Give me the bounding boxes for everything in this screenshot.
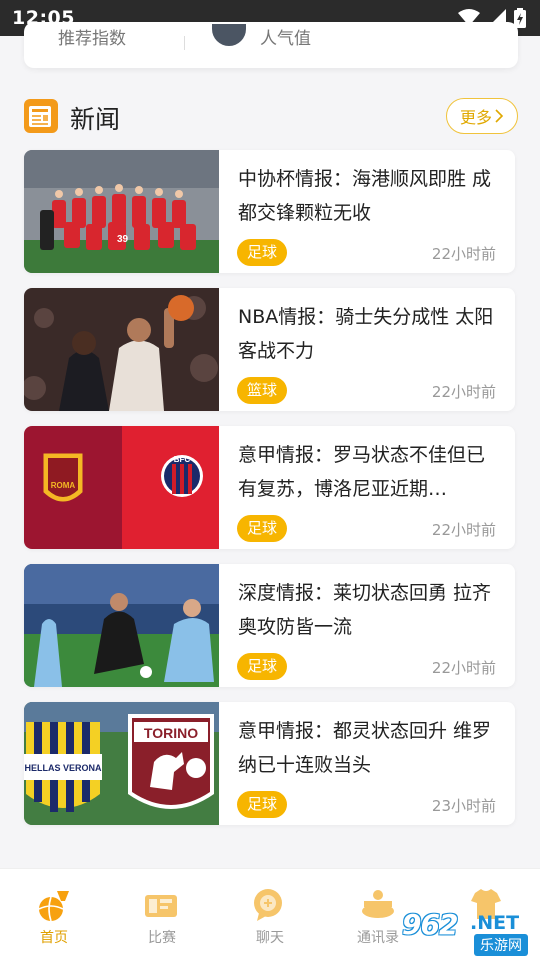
site-watermark: 962 .NET 乐游网	[398, 908, 538, 956]
watermark-number: 962	[402, 908, 458, 941]
publish-time: 22小时前	[431, 521, 496, 539]
tab-home[interactable]: 首页	[0, 869, 108, 960]
news-title: 中协杯情报：海港顺风即胜 成都交锋颗粒无收	[238, 168, 492, 224]
news-item[interactable]: NBA情报：骑士失分成性 太阳客战不力 篮球 22小时前	[24, 288, 515, 411]
news-title: 意甲情报：罗马状态不佳但已有复苏，博洛尼亚近期…	[238, 444, 486, 500]
section-title: 新闻	[70, 105, 121, 134]
svg-text:39: 39	[117, 234, 129, 245]
news-item[interactable]: ROMA BFC 意甲情报：罗马状态不佳但已有复苏，博洛尼亚近期… 足球 22小…	[24, 426, 515, 549]
basketball-hoop-icon	[38, 891, 69, 922]
previous-card-left-text: 推荐指数	[58, 29, 126, 49]
news-title: 意甲情报：都灵状态回升 维罗纳已十连败当头	[238, 720, 492, 776]
watermark-text: 乐游网	[474, 934, 528, 956]
news-title: NBA情报：骑士失分成性 太阳客战不力	[238, 306, 494, 362]
news-item[interactable]: HELLAS VERONA TORINO 意甲情报：都灵状态回升 维罗纳已十连败…	[24, 702, 515, 825]
news-thumbnail: 39	[24, 150, 219, 273]
category-tag: 篮球	[237, 377, 288, 404]
news-item[interactable]: 深度情报：莱切状态回勇 拉齐奥攻防皆一流 足球 22小时前	[24, 564, 515, 687]
chat-bubble-icon	[254, 889, 282, 921]
divider	[184, 36, 185, 50]
publish-time: 22小时前	[431, 659, 496, 677]
svg-text:TORINO: TORINO	[144, 725, 198, 741]
publish-time: 23小时前	[431, 797, 496, 815]
tab-label: 聊天	[256, 930, 284, 946]
news-thumbnail: ROMA BFC	[24, 426, 219, 549]
news-section-header: 新闻 更多	[24, 98, 518, 138]
tab-chat[interactable]: 聊天	[216, 869, 324, 960]
news-thumbnail	[24, 288, 219, 411]
news-thumbnail: HELLAS VERONA TORINO	[24, 702, 219, 825]
newspaper-icon	[24, 99, 58, 133]
category-tag: 足球	[237, 653, 288, 680]
category-tag: 足球	[237, 239, 288, 266]
category-tag: 足球	[237, 791, 288, 818]
tab-label: 比赛	[148, 930, 176, 946]
chevron-right-icon	[495, 109, 504, 123]
category-tag: 足球	[237, 515, 288, 542]
publish-time: 22小时前	[431, 245, 496, 263]
previous-card-right-text: 人气值	[260, 29, 311, 49]
watermark-suffix: .NET	[470, 912, 520, 934]
previous-card[interactable]: 推荐指数 人气值	[24, 22, 518, 68]
news-title: 深度情报：莱切状态回勇 拉齐奥攻防皆一流	[238, 582, 492, 638]
contacts-stage-icon	[362, 890, 394, 918]
tab-label: 首页	[40, 930, 68, 946]
more-button[interactable]: 更多	[446, 98, 518, 134]
match-ticket-icon	[145, 895, 177, 917]
news-list: 39 中协杯情报：海港顺风即胜 成都交锋颗粒无收 足球 22小时前 NBA情报：…	[24, 150, 515, 840]
publish-time: 22小时前	[431, 383, 496, 401]
avatar	[212, 24, 246, 46]
svg-text:BFC: BFC	[174, 455, 191, 464]
svg-text:ROMA: ROMA	[51, 481, 76, 490]
more-button-label: 更多	[459, 108, 492, 127]
news-thumbnail	[24, 564, 219, 687]
news-item[interactable]: 39 中协杯情报：海港顺风即胜 成都交锋颗粒无收 足球 22小时前	[24, 150, 515, 273]
tab-matches[interactable]: 比赛	[108, 869, 216, 960]
svg-text:HELLAS VERONA: HELLAS VERONA	[24, 763, 102, 773]
